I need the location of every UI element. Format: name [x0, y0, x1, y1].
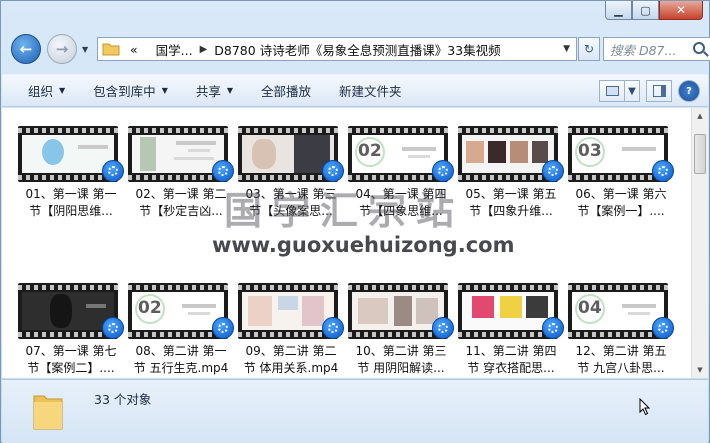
explorer-window: ▁ ▢ ✕ ← → ▼ « 国学... ▶ D8780 诗诗老师《易象全息预测直… — [0, 0, 710, 443]
chevron-down-icon: ▼ — [161, 86, 168, 95]
scroll-thumb[interactable] — [694, 134, 706, 174]
file-name: 11、第二讲 第四节 穿衣搭配思... — [465, 344, 557, 375]
media-player-icon — [102, 317, 124, 339]
folder-icon — [102, 43, 120, 56]
breadcrumb-item-current[interactable]: D8780 诗诗老师《易象全息预测直播课》33集视频 — [214, 40, 500, 59]
file-name: 12、第二讲 第五节 九宫八卦思... — [575, 344, 667, 375]
navigation-bar: ← → ▼ « 国学... ▶ D8780 诗诗老师《易象全息预测直播课》33集… — [9, 31, 710, 65]
file-list[interactable]: 01、第一课 第一节【阴阳思维... 02、第一课 第二节【秒定吉凶... — [2, 108, 708, 378]
address-dropdown[interactable]: ▼ — [563, 44, 570, 54]
media-player-icon — [322, 317, 344, 339]
file-name: 03、第一课 第三 节【头像案思... — [245, 187, 337, 218]
scroll-up-button[interactable]: ▲ — [692, 108, 708, 124]
toolbar-view-controls: ▼ ? — [599, 80, 700, 102]
file-name: 02、第一课 第二 节【秒定吉凶... — [135, 187, 227, 218]
chevron-down-icon: ▼ — [628, 85, 636, 97]
item-count: 33 个对象 — [94, 392, 152, 407]
watermark-url: www.guoxuehuizong.com — [212, 233, 515, 257]
media-player-icon — [322, 160, 344, 182]
details-pane: 33 个对象 — [2, 379, 708, 443]
address-bar[interactable]: « 国学... ▶ D8780 诗诗老师《易象全息预测直播课》33集视频 ▼ — [97, 37, 577, 61]
file-name: 05、第一课 第五 节【四象升维... — [465, 187, 557, 218]
file-name: 08、第二讲 第一节 五行生克.mp4 — [133, 344, 229, 375]
back-button[interactable]: ← — [11, 34, 41, 64]
mouse-cursor-icon — [639, 398, 651, 416]
help-button[interactable]: ? — [678, 80, 700, 102]
vertical-scrollbar[interactable]: ▲ ▼ — [691, 108, 708, 378]
organize-menu[interactable]: 组织 ▼ — [2, 75, 79, 106]
play-all-label: 全部播放 — [261, 84, 312, 99]
close-button[interactable]: ✕ — [659, 1, 703, 20]
chevron-down-icon: ▼ — [226, 86, 234, 95]
change-view-button[interactable] — [599, 80, 625, 102]
play-all-button[interactable]: 全部播放 — [247, 75, 325, 106]
media-player-icon — [212, 317, 234, 339]
search-placeholder: 搜索 D87... — [610, 42, 677, 58]
caption-buttons: ▁ ▢ ✕ — [605, 1, 703, 21]
folder-icon — [33, 395, 63, 430]
new-folder-button[interactable]: 新建文件夹 — [325, 75, 416, 106]
include-in-library-menu[interactable]: 包含到库中 ▼ — [79, 75, 182, 106]
share-menu[interactable]: 共享 ▼ — [182, 75, 247, 106]
file-name: 07、第一课 第七 节【案例二】.... — [25, 344, 117, 375]
file-name: 10、第二讲 第三节 用阴阳解读... — [355, 344, 447, 375]
breadcrumb-item-parent[interactable]: 国学... — [156, 40, 193, 59]
media-player-icon — [542, 160, 564, 182]
breadcrumb-overflow[interactable]: « — [130, 42, 138, 57]
share-label: 共享 — [195, 84, 221, 99]
command-bar: 组织 ▼ 包含到库中 ▼ 共享 ▼ 全部播放 新建文件夹 ▼ ? — [2, 74, 708, 107]
view-options-dropdown[interactable]: ▼ — [624, 80, 640, 102]
search-input[interactable]: 搜索 D87... — [603, 37, 710, 61]
preview-pane-icon — [652, 85, 666, 97]
media-player-icon — [542, 317, 564, 339]
new-folder-label: 新建文件夹 — [339, 84, 402, 99]
recent-pages-dropdown[interactable]: ▼ — [82, 45, 88, 54]
scroll-down-button[interactable]: ▼ — [692, 362, 708, 378]
media-player-icon — [652, 317, 674, 339]
file-name: 06、第一课 第六 节【案例一】.... — [575, 187, 667, 218]
file-name: 04、第一课 第四 节【四象思维... — [355, 187, 447, 218]
minimize-button[interactable]: ▁ — [605, 1, 632, 20]
file-name: 09、第二讲 第二节 体用关系.mp4 — [243, 344, 339, 375]
media-player-icon — [102, 160, 124, 182]
maximize-button[interactable]: ▢ — [632, 1, 659, 20]
media-player-icon — [432, 317, 454, 339]
refresh-button[interactable]: ↻ — [578, 37, 600, 61]
chevron-down-icon: ▼ — [59, 86, 66, 95]
forward-button[interactable]: → — [47, 34, 77, 64]
include-label: 包含到库中 — [93, 84, 156, 99]
search-icon[interactable] — [693, 42, 705, 54]
media-player-icon — [432, 160, 454, 182]
organize-label: 组织 — [28, 84, 54, 99]
breadcrumb-separator[interactable]: ▶ — [200, 44, 208, 55]
media-player-icon — [652, 160, 674, 182]
file-name: 01、第一课 第一 节【阴阳思维... — [25, 187, 117, 218]
media-player-icon — [212, 160, 234, 182]
view-icon — [605, 86, 619, 96]
preview-pane-button[interactable] — [646, 80, 672, 102]
